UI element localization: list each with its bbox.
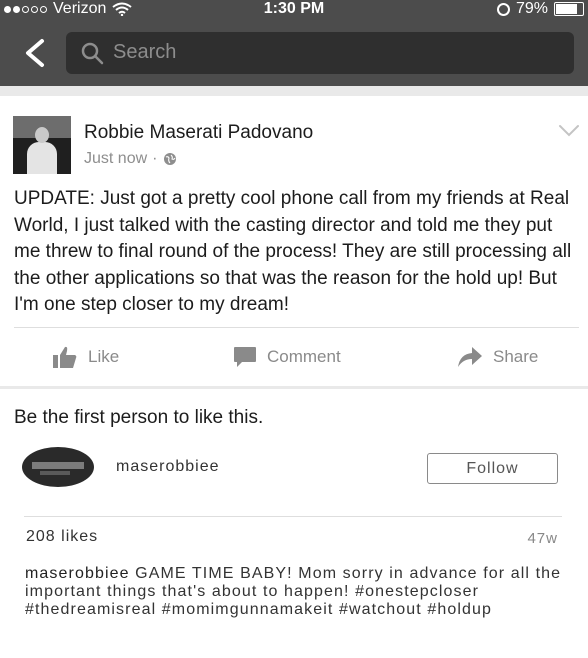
like-label: Like: [88, 347, 120, 366]
caption-username[interactable]: maserobbiee: [25, 565, 130, 582]
avatar-graphic: [32, 462, 84, 469]
likes-summary: Be the first person to like this.: [14, 407, 264, 428]
comment-label: Comment: [267, 347, 341, 366]
like-button[interactable]: Like: [52, 342, 119, 372]
battery-icon: [554, 2, 584, 16]
comment-button[interactable]: Comment: [233, 342, 341, 372]
embed-caption: maserobbiee GAME TIME BABY! Mom sorry in…: [25, 565, 570, 620]
post-body: UPDATE: Just got a pretty cool phone cal…: [14, 188, 572, 315]
chevron-down-icon[interactable]: [558, 124, 580, 138]
globe-icon: [164, 153, 177, 165]
embed-username[interactable]: maserobbiee: [116, 458, 220, 476]
embed-avatar[interactable]: [22, 447, 94, 487]
avatar-graphic: [40, 471, 70, 475]
status-bar: Verizon 1:30 PM 79%: [0, 0, 588, 18]
share-button[interactable]: Share: [457, 342, 538, 372]
avatar-head: [35, 127, 49, 143]
section-separator: [0, 86, 588, 96]
search-placeholder: Search: [113, 41, 177, 63]
embed-divider: [24, 516, 562, 517]
embed-likes: 208 likes: [26, 528, 99, 545]
like-icon: [53, 346, 77, 368]
avatar[interactable]: [13, 116, 71, 174]
comment-icon: [234, 347, 256, 367]
divider: [14, 327, 579, 328]
back-arrow-icon[interactable]: [22, 38, 48, 68]
search-icon: [81, 42, 104, 65]
battery-group: 79%: [496, 0, 584, 18]
share-label: Share: [493, 347, 539, 366]
follow-button[interactable]: Follow: [427, 453, 558, 484]
embed-age: 47w: [527, 530, 558, 547]
section-divider: [0, 386, 588, 389]
share-icon: [458, 347, 482, 367]
battery-percent: 79%: [515, 0, 548, 17]
meta-separator: ·: [152, 150, 158, 167]
avatar-figure: [27, 142, 57, 174]
post-timestamp[interactable]: Just now: [84, 150, 147, 168]
battery-fill: [556, 4, 577, 14]
search-input[interactable]: Search: [66, 32, 574, 74]
nav-bar: Search: [0, 18, 588, 86]
alarm-icon: [496, 2, 510, 16]
post-author[interactable]: Robbie Maserati Padovano: [84, 122, 313, 144]
post-meta: Just now ·: [84, 150, 177, 168]
